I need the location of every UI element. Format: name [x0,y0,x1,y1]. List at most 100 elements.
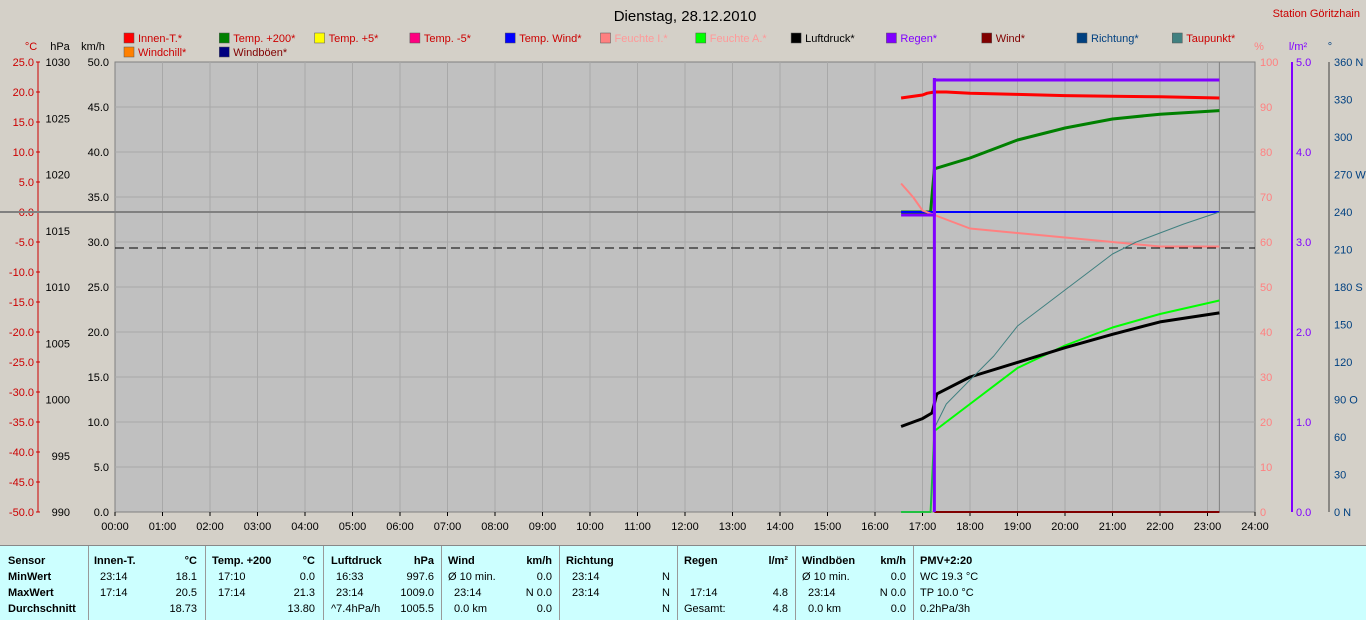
pct-tick-label: 80 [1260,147,1272,159]
x-tick-label: 09:00 [529,521,557,533]
x-tick-label: 05:00 [339,521,367,533]
legend-label: Wind* [996,33,1026,45]
stats-header-richtung: Richtung [566,555,614,567]
x-tick-label: 06:00 [386,521,414,533]
boeen-avg10-label: Ø 10 min. [802,571,850,583]
luft-max-time: 23:14 [336,587,364,599]
dir-tick-label: 330 [1334,95,1352,107]
wind-avg10-label: Ø 10 min. [448,571,496,583]
kmh-tick-label: 50.0 [88,57,109,69]
rain-tick-label: 2.0 [1296,327,1311,339]
richtung-max-time: 23:14 [572,587,600,599]
stats-col-boeen: Windböen km/h Ø 10 min. 0.0 23:14 N 0.0 … [795,546,914,620]
boeen-distance: 0.0 km [808,603,842,615]
pct-tick-label: 60 [1260,237,1272,249]
row-label-min: MinWert [8,571,52,583]
stats-col-temp: Temp. +200 °C 17:10 0.0 17:14 21.3 13.80 [205,546,324,620]
legend-swatch [123,32,135,44]
wind-avg10-val: 0.0 [536,571,552,583]
temp-tick-label: -25.0 [9,357,34,369]
regen-total-label: Gesamt: [684,603,726,615]
x-tick-label: 19:00 [1004,521,1032,533]
legend-label: Windchill* [138,47,187,59]
pct-tick-label: 30 [1260,372,1272,384]
x-tick-label: 08:00 [481,521,509,533]
richtung-min-time: 23:14 [572,571,600,583]
x-tick-label: 21:00 [1099,521,1127,533]
legend-swatch [1076,32,1088,44]
legend-swatch [219,46,230,58]
richtung-max-val: N [662,587,670,599]
stats-col-luft: Luftdruck hPa 16:33 997.6 23:14 1009.0 ^… [323,546,442,620]
x-tick-label: 16:00 [861,521,889,533]
stats-header-temp: Temp. +200 [212,555,272,567]
x-tick-label: 07:00 [434,521,462,533]
legend-label: Temp. +5* [329,33,380,45]
station-name: Station Göritzhain [1273,8,1360,20]
kmh-tick-label: 40.0 [88,147,109,159]
temp-tick-label: 20.0 [13,87,34,99]
temp-tick-label: 15.0 [13,117,34,129]
stats-col-regen: Regen l/m² 17:14 4.8 Gesamt: 4.8 [677,546,796,620]
legend-label: Richtung* [1091,33,1139,45]
x-tick-label: 13:00 [719,521,747,533]
legend-label: Feuchte A.* [710,33,768,45]
pct-tick-label: 70 [1260,192,1272,204]
regen-max-time: 17:14 [690,587,718,599]
stats-unit-boeen: km/h [880,555,906,567]
luft-min-time: 16:33 [336,571,364,583]
stats-col-sensor: Sensor MinWert MaxWert Durchschnitt [0,546,89,620]
hpa-tick-label: 990 [52,507,70,519]
pmv-dewpoint: TP 10.0 °C [920,587,974,599]
hpa-axis-unit: hPa [50,41,70,53]
hpa-tick-label: 1015 [46,226,70,238]
stats-unit-innen: °C [184,555,197,567]
stats-header-regen: Regen [684,555,718,567]
kmh-tick-label: 20.0 [88,327,109,339]
temp-tick-label: -10.0 [9,267,34,279]
pct-tick-label: 10 [1260,462,1272,474]
temp-tick-label: 10.0 [13,147,34,159]
innen-max-val: 20.5 [175,587,197,599]
legend-swatch [1172,32,1183,44]
pct-tick-label: 0 [1260,507,1266,519]
rain-tick-label: 3.0 [1296,237,1311,249]
regen-total-val: 4.8 [772,603,788,615]
legend-swatch [219,32,230,44]
rain-tick-label: 4.0 [1296,147,1311,159]
stats-header-wind: Wind [448,555,475,567]
kmh-tick-label: 30.0 [88,237,109,249]
temp-tick-label: 25.0 [13,57,34,69]
stats-header-sensor: Sensor [8,555,46,567]
stats-header-pmv: PMV+2:20 [920,555,973,567]
stats-header-luft: Luftdruck [331,555,382,567]
hpa-tick-label: 1025 [46,113,70,125]
legend-label: Feuchte I.* [615,33,669,45]
boeen-max-time: 23:14 [808,587,836,599]
kmh-tick-label: 10.0 [88,417,109,429]
x-tick-label: 12:00 [671,521,699,533]
kmh-tick-label: 45.0 [88,102,109,114]
hpa-tick-label: 995 [52,451,70,463]
temp-max-time: 17:14 [218,587,246,599]
kmh-tick-label: 25.0 [88,282,109,294]
stats-col-pmv: PMV+2:20 WC 19.3 °C TP 10.0 °C 0.2hPa/3h [913,546,1033,620]
stats-panel: Sensor MinWert MaxWert Durchschnitt Inne… [0,545,1366,620]
dir-tick-label: 30 [1334,470,1346,482]
legend-swatch [314,32,325,44]
kmh-axis-unit: km/h [81,41,105,53]
pct-tick-label: 40 [1260,327,1272,339]
wind-avg-val: 0.0 [536,603,552,615]
temp-tick-label: -35.0 [9,417,34,429]
hpa-tick-label: 1000 [46,395,70,407]
boeen-max-val: N 0.0 [879,587,906,599]
kmh-tick-label: 0.0 [94,507,109,519]
temp-axis-unit: °C [25,41,37,53]
luft-min-val: 997.6 [406,571,434,583]
stats-unit-wind: km/h [526,555,552,567]
richtung-avg-val: N [662,603,670,615]
legend-swatch [600,32,611,44]
chart-title: Dienstag, 28.12.2010 [614,8,757,25]
innen-max-time: 17:14 [100,587,128,599]
pct-tick-label: 90 [1260,102,1272,114]
